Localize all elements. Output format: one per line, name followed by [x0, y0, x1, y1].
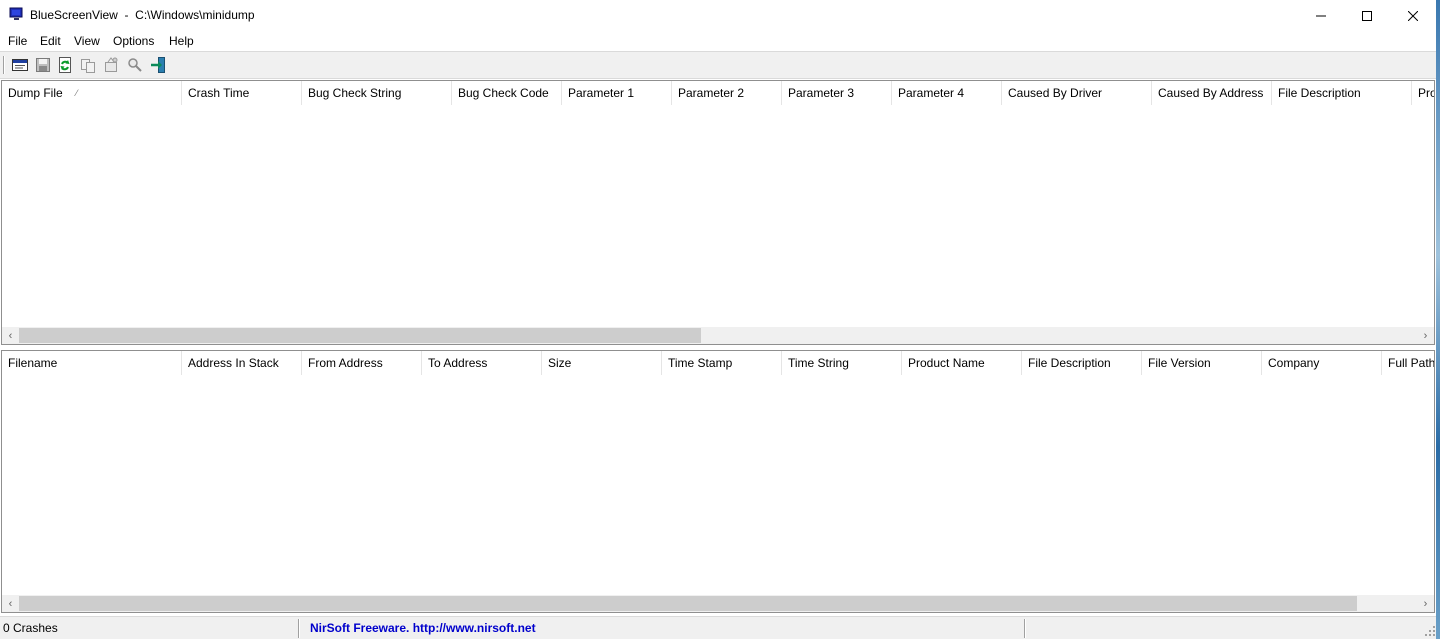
- window-title: BlueScreenView - C:\Windows\minidump: [30, 8, 255, 22]
- column-header-crash-time[interactable]: Crash Time: [182, 81, 302, 105]
- scrollbar-thumb[interactable]: [19, 596, 1357, 611]
- driver-list-pane[interactable]: Filename Address In Stack From Address T…: [1, 350, 1435, 613]
- app-icon: [9, 7, 23, 20]
- nirsoft-link[interactable]: NirSoft Freeware. http://www.nirsoft.net: [307, 617, 1023, 639]
- column-header-time-string[interactable]: Time String: [782, 351, 902, 375]
- close-icon: [1408, 10, 1418, 21]
- app-window: BlueScreenView - C:\Windows\minidump Fil…: [0, 0, 1440, 639]
- column-header-filename[interactable]: Filename: [2, 351, 182, 375]
- scroll-left-arrow-icon[interactable]: ‹: [2, 327, 19, 344]
- save-icon[interactable]: [34, 56, 52, 74]
- scroll-right-arrow-icon[interactable]: ›: [1417, 595, 1434, 612]
- driver-list-hscrollbar[interactable]: ‹ ›: [2, 595, 1434, 612]
- column-header-parameter-4[interactable]: Parameter 4: [892, 81, 1002, 105]
- status-bar: 0 Crashes NirSoft Freeware. http://www.n…: [0, 616, 1440, 639]
- desktop-background: [1436, 0, 1440, 639]
- menu-edit[interactable]: Edit: [40, 34, 61, 48]
- column-header-product-name[interactable]: Product Name: [902, 351, 1022, 375]
- find-icon[interactable]: [126, 56, 144, 74]
- properties-icon[interactable]: [11, 56, 29, 74]
- title-bar: BlueScreenView - C:\Windows\minidump: [0, 0, 1440, 31]
- column-header-parameter-3[interactable]: Parameter 3: [782, 81, 892, 105]
- driver-list-header: Filename Address In Stack From Address T…: [2, 351, 1434, 375]
- column-header-caused-by-driver[interactable]: Caused By Driver: [1002, 81, 1152, 105]
- scroll-left-arrow-icon[interactable]: ‹: [2, 595, 19, 612]
- minimize-button[interactable]: [1298, 0, 1344, 31]
- column-header-bug-check-code[interactable]: Bug Check Code: [452, 81, 562, 105]
- crash-list-hscrollbar[interactable]: ‹ ›: [2, 327, 1434, 344]
- crash-count-status: 0 Crashes: [3, 621, 58, 635]
- column-header-parameter-1[interactable]: Parameter 1: [562, 81, 672, 105]
- menu-file[interactable]: File: [8, 34, 27, 48]
- column-header-to-address[interactable]: To Address: [422, 351, 542, 375]
- minimize-icon: [1316, 15, 1326, 16]
- status-separator: [1024, 619, 1026, 638]
- close-button[interactable]: [1390, 0, 1436, 31]
- crash-list-pane[interactable]: Dump File ⁄ Crash Time Bug Check String …: [1, 80, 1435, 345]
- menu-options[interactable]: Options: [113, 34, 154, 48]
- column-header-size[interactable]: Size: [542, 351, 662, 375]
- html-report-icon[interactable]: [102, 56, 120, 74]
- refresh-icon[interactable]: [56, 56, 74, 74]
- column-header-company[interactable]: Company: [1262, 351, 1382, 375]
- column-label: Dump File: [8, 86, 63, 100]
- sort-ascending-icon: ⁄: [76, 88, 78, 98]
- scrollbar-thumb[interactable]: [19, 328, 701, 343]
- exit-icon[interactable]: [149, 56, 167, 74]
- column-header-product-name[interactable]: Pro: [1412, 81, 1434, 105]
- column-header-from-address[interactable]: From Address: [302, 351, 422, 375]
- toolbar-grip: [3, 56, 5, 74]
- maximize-button[interactable]: [1344, 0, 1390, 31]
- menu-bar: File Edit View Options Help: [0, 31, 1440, 51]
- toolbar: [0, 51, 1440, 79]
- column-header-file-description[interactable]: File Description: [1022, 351, 1142, 375]
- copy-icon[interactable]: [79, 56, 97, 74]
- column-header-caused-by-address[interactable]: Caused By Address: [1152, 81, 1272, 105]
- column-header-address-in-stack[interactable]: Address In Stack: [182, 351, 302, 375]
- column-header-file-version[interactable]: File Version: [1142, 351, 1262, 375]
- column-header-file-description[interactable]: File Description: [1272, 81, 1412, 105]
- resize-grip-icon[interactable]: [1424, 625, 1436, 637]
- column-header-dump-file[interactable]: Dump File ⁄: [2, 81, 182, 105]
- column-header-time-stamp[interactable]: Time Stamp: [662, 351, 782, 375]
- maximize-icon: [1362, 10, 1372, 21]
- menu-help[interactable]: Help: [169, 34, 194, 48]
- column-header-full-path[interactable]: Full Path: [1382, 351, 1434, 375]
- crash-list-header: Dump File ⁄ Crash Time Bug Check String …: [2, 81, 1434, 105]
- column-header-parameter-2[interactable]: Parameter 2: [672, 81, 782, 105]
- status-separator: [298, 619, 300, 638]
- scroll-right-arrow-icon[interactable]: ›: [1417, 327, 1434, 344]
- menu-view[interactable]: View: [74, 34, 100, 48]
- column-header-bug-check-string[interactable]: Bug Check String: [302, 81, 452, 105]
